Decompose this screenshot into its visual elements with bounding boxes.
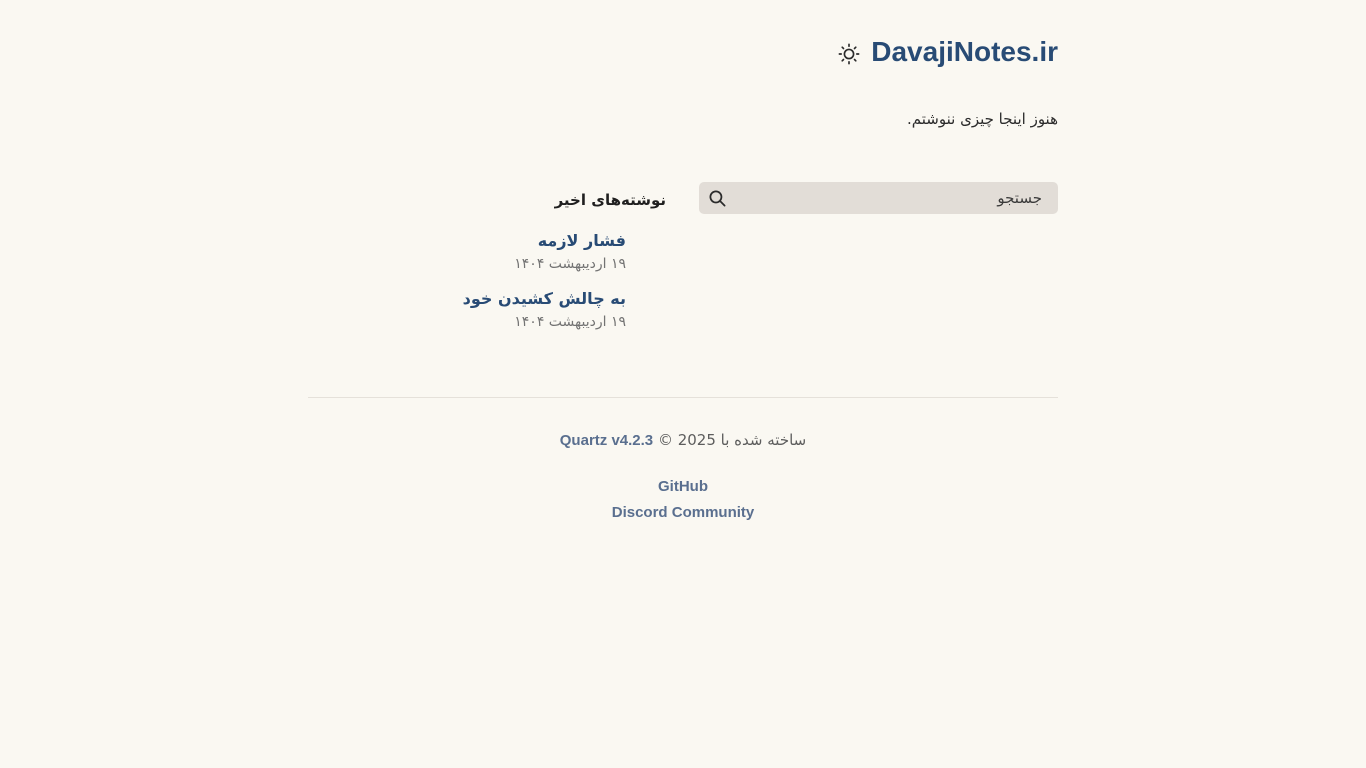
list-item: فشار لازمه ۱۹ اردیبهشت ۱۴۰۴ <box>406 228 626 274</box>
footer-divider <box>308 397 1058 398</box>
recent-note-date: ۱۹ اردیبهشت ۱۴۰۴ <box>514 314 626 330</box>
recent-notes-heading: نوشته‌های اخیر <box>554 191 666 209</box>
site-header: DavajiNotes.ir <box>837 32 1058 72</box>
recent-note-date: ۱۹ اردیبهشت ۱۴۰۴ <box>514 256 626 272</box>
search-placeholder: جستجو <box>997 189 1042 207</box>
site-footer: ساخته شده با Quartz v4.2.3 © 2025 GitHub… <box>308 428 1058 525</box>
search-icon[interactable] <box>707 188 727 208</box>
recent-note-link[interactable]: فشار لازمه <box>406 228 626 254</box>
intro-text: هنوز اینجا چیزی ننوشتم. <box>907 110 1058 128</box>
footer-link-item: GitHub <box>308 473 1058 499</box>
recent-note-link[interactable]: به چالش کشیدن خود <box>406 286 626 312</box>
footer-link-item: Discord Community <box>308 499 1058 525</box>
list-item: به چالش کشیدن خود ۱۹ اردیبهشت ۱۴۰۴ <box>406 286 626 332</box>
recent-notes-list: فشار لازمه ۱۹ اردیبهشت ۱۴۰۴ به چالش کشید… <box>406 228 626 332</box>
page: DavajiNotes.ir هنوز اینجا چیزی ننوشتم. ج… <box>0 0 1366 768</box>
footer-links: GitHub Discord Community <box>308 473 1058 525</box>
site-title-link[interactable]: DavajiNotes.ir <box>871 32 1058 72</box>
github-link[interactable]: GitHub <box>658 478 708 495</box>
discord-community-link[interactable]: Discord Community <box>612 504 755 521</box>
sun-icon[interactable] <box>837 42 861 66</box>
quartz-link[interactable]: Quartz v4.2.3 <box>560 432 653 449</box>
built-with-text: ساخته شده با Quartz v4.2.3 © 2025 <box>308 428 1058 453</box>
built-with-label: ساخته شده با <box>720 431 807 449</box>
recent-notes: نوشته‌های اخیر فشار لازمه ۱۹ اردیبهشت ۱۴… <box>406 188 666 344</box>
copyright-text: © 2025 <box>657 431 716 449</box>
search-input[interactable]: جستجو <box>699 182 1058 214</box>
